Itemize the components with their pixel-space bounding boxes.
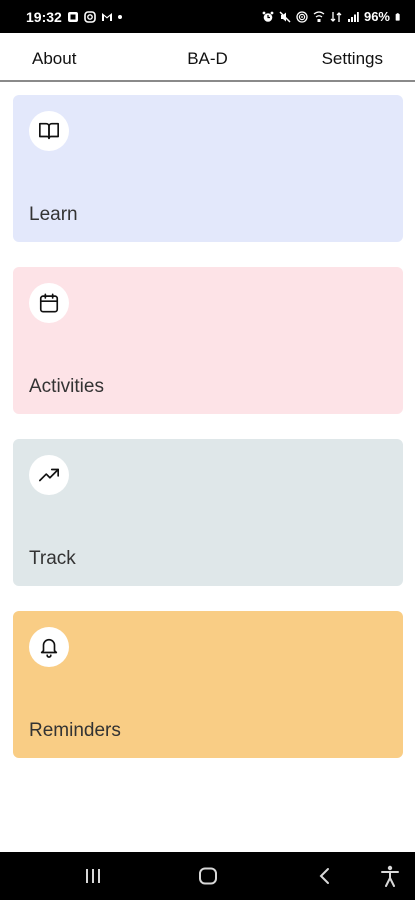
trending-up-icon — [39, 468, 59, 482]
system-nav-bar — [0, 852, 415, 900]
hotspot-icon — [296, 10, 308, 23]
about-link[interactable]: About — [32, 33, 76, 80]
learn-icon-circle — [29, 111, 69, 151]
back-button[interactable] — [310, 852, 340, 900]
bell-icon — [40, 638, 58, 658]
activities-icon-circle — [29, 283, 69, 323]
status-time: 19:32 — [26, 8, 62, 25]
reminders-label: Reminders — [29, 720, 121, 741]
signal-icon — [347, 11, 359, 22]
track-card[interactable]: Track — [13, 439, 403, 586]
track-icon-circle — [29, 455, 69, 495]
activities-card[interactable]: Activities — [13, 267, 403, 414]
learn-card[interactable]: Learn — [13, 95, 403, 242]
battery-percent: 96% — [363, 9, 390, 24]
calendar-icon — [39, 293, 59, 313]
reminders-card[interactable]: Reminders — [13, 611, 403, 758]
more-notifications-dot — [117, 14, 122, 19]
data-icon — [330, 11, 342, 22]
alarm-icon — [262, 11, 274, 22]
status-bar-left: 19:32 — [26, 9, 122, 25]
recents-icon — [86, 869, 100, 883]
mute-icon — [279, 10, 291, 23]
gmail-icon — [101, 12, 112, 21]
home-button[interactable] — [193, 852, 223, 900]
notification-icon — [67, 11, 78, 22]
status-bar-right: 96% — [262, 9, 403, 24]
wifi-call-icon — [313, 10, 325, 22]
book-icon — [39, 122, 59, 140]
recents-button[interactable] — [78, 852, 108, 900]
home-icon — [199, 867, 217, 885]
reminders-icon-circle — [29, 627, 69, 667]
track-label: Track — [29, 548, 76, 569]
instagram-icon — [84, 10, 96, 23]
learn-label: Learn — [29, 204, 78, 225]
battery-icon — [395, 12, 400, 21]
back-icon — [319, 868, 329, 884]
top-nav-bar: BA-D About Settings — [0, 33, 415, 82]
settings-link[interactable]: Settings — [322, 33, 383, 80]
activities-label: Activities — [29, 376, 104, 397]
status-bar: 19:32 96% — [0, 0, 415, 33]
accessibility-button[interactable] — [375, 852, 405, 900]
accessibility-icon — [381, 865, 399, 887]
